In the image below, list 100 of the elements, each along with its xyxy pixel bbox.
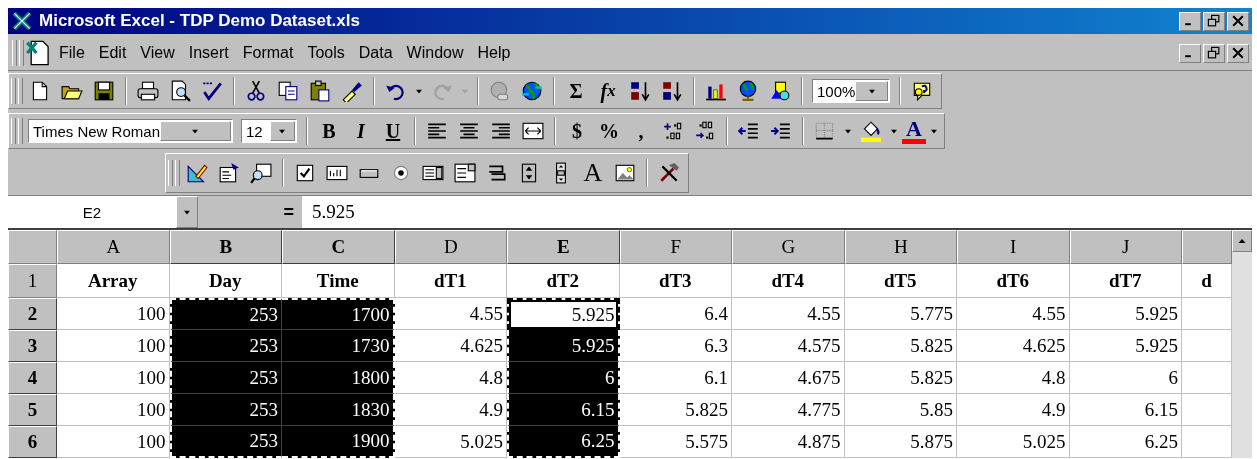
toolbar-grip[interactable] <box>18 118 23 144</box>
borders-icon[interactable] <box>814 120 836 142</box>
menu-item[interactable]: File <box>52 42 92 64</box>
shapes-icon[interactable] <box>769 80 791 102</box>
table-cell: 5.925 <box>507 330 620 362</box>
sort-descending-icon[interactable] <box>661 80 683 102</box>
vertical-scrollbar[interactable] <box>1232 230 1252 458</box>
select-all-button[interactable] <box>8 230 57 264</box>
table-cell: 100 <box>57 330 170 362</box>
number-format-button[interactable]: $ <box>562 116 592 146</box>
table-cell: dT7 <box>1069 264 1182 298</box>
toolbar-grip[interactable] <box>18 78 23 104</box>
menu-item[interactable]: Data <box>351 42 400 64</box>
view-code-icon[interactable] <box>250 162 272 184</box>
tools-icon[interactable] <box>658 162 680 184</box>
toolbar-grip[interactable] <box>175 160 180 186</box>
copy-icon[interactable] <box>277 80 299 102</box>
name-box-dropdown[interactable] <box>176 196 198 228</box>
font-size-dropdown[interactable]: 12 <box>241 119 297 143</box>
table-cell: 1730 <box>282 330 395 362</box>
table-cell: 4.55 <box>957 298 1070 330</box>
column-header[interactable]: B <box>169 230 282 264</box>
help-icon[interactable] <box>911 80 933 102</box>
column-header[interactable]: D <box>394 230 507 264</box>
table-cell: 5.775 <box>844 298 957 330</box>
checkbox-icon[interactable] <box>294 162 316 184</box>
fill-color-icon[interactable] <box>860 120 882 142</box>
menu-item[interactable]: View <box>133 42 182 64</box>
name-box[interactable]: E2 <box>8 196 176 228</box>
table-cell: 100 <box>57 394 170 426</box>
table-cell: 5.575 <box>619 426 732 458</box>
row-header[interactable]: 4 <box>8 362 57 394</box>
table-cell: 1800 <box>282 362 395 394</box>
label-button[interactable]: A <box>578 158 608 188</box>
table-cell: 100 <box>57 426 170 458</box>
increase-decimal-icon[interactable] <box>662 120 684 142</box>
column-header[interactable]: F <box>619 230 732 264</box>
globe-icon[interactable] <box>737 80 759 102</box>
menu-bar-grip[interactable] <box>12 40 17 66</box>
menu-item[interactable]: Help <box>470 42 518 64</box>
column-header[interactable]: H <box>844 230 957 264</box>
style-button[interactable]: I <box>346 116 376 146</box>
table-cell: Array <box>57 264 170 298</box>
table-cell: 4.875 <box>732 426 845 458</box>
print-preview-icon[interactable] <box>169 80 191 102</box>
table-cell: 253 <box>169 330 282 362</box>
font-color-button[interactable]: A <box>902 118 926 144</box>
cut-icon[interactable] <box>245 80 267 102</box>
formula-field[interactable]: 5.925 <box>302 196 1252 228</box>
column-header[interactable]: E <box>507 230 620 264</box>
spelling-check-icon[interactable] <box>201 80 223 102</box>
row-header[interactable]: 5 <box>8 394 57 426</box>
sum-button[interactable]: Σ <box>561 76 591 106</box>
column-header[interactable]: G <box>732 230 845 264</box>
properties-icon[interactable] <box>218 162 240 184</box>
menu-item[interactable]: Insert <box>181 42 236 64</box>
merge-center-icon[interactable] <box>522 120 544 142</box>
number-format-button[interactable]: , <box>626 116 656 146</box>
style-button[interactable]: U <box>378 116 408 146</box>
column-header[interactable]: A <box>57 230 170 264</box>
table-cell: 100 <box>57 298 170 330</box>
table-cell: dT5 <box>844 264 957 298</box>
menu-item[interactable]: Format <box>235 42 301 64</box>
toolbar-grip[interactable] <box>11 78 16 104</box>
web-link-icon[interactable] <box>489 80 511 102</box>
window-title: Microsoft Excel - TDP Demo Dataset.xls <box>39 11 361 31</box>
table-cell: 6.1 <box>619 362 732 394</box>
table-cell: 4.8 <box>957 362 1070 394</box>
table-cell: 4.575 <box>732 330 845 362</box>
toolbar-grip[interactable] <box>168 160 173 186</box>
combo-box-icon[interactable] <box>454 162 476 184</box>
font-dropdown[interactable]: Times New Roman <box>28 119 233 143</box>
image-icon[interactable] <box>614 162 636 184</box>
sort-ascending-icon[interactable] <box>629 80 651 102</box>
column-header[interactable]: J <box>1069 230 1182 264</box>
table-cell: 100 <box>57 362 170 394</box>
table-cell: 253 <box>169 362 282 394</box>
paste-icon[interactable] <box>309 80 331 102</box>
table-cell: dT1 <box>394 264 507 298</box>
row-header[interactable]: 2 <box>8 298 57 330</box>
menu-bar-grip[interactable] <box>19 40 24 66</box>
toolbar-grip[interactable] <box>11 118 16 144</box>
web-globe-icon[interactable] <box>521 80 543 102</box>
decrease-decimal-icon[interactable] <box>694 120 716 142</box>
row-header[interactable]: 3 <box>8 330 57 362</box>
row-header[interactable]: 1 <box>8 264 57 298</box>
menu-item[interactable]: Window <box>399 42 471 64</box>
column-header[interactable] <box>1182 230 1232 264</box>
style-button[interactable]: B <box>314 116 344 146</box>
printer-icon[interactable] <box>137 80 159 102</box>
column-header[interactable]: I <box>957 230 1070 264</box>
document-icon[interactable] <box>26 40 52 66</box>
zoom-dropdown[interactable]: 100% <box>812 79 890 103</box>
paintbrush-icon[interactable] <box>341 80 363 102</box>
column-header[interactable]: C <box>282 230 395 264</box>
menu-item[interactable]: Edit <box>91 42 134 64</box>
menu-item[interactable]: Tools <box>300 42 352 64</box>
design-mode-icon[interactable] <box>186 162 208 184</box>
row-header[interactable]: 6 <box>8 426 57 458</box>
number-format-button[interactable]: % <box>594 116 624 146</box>
